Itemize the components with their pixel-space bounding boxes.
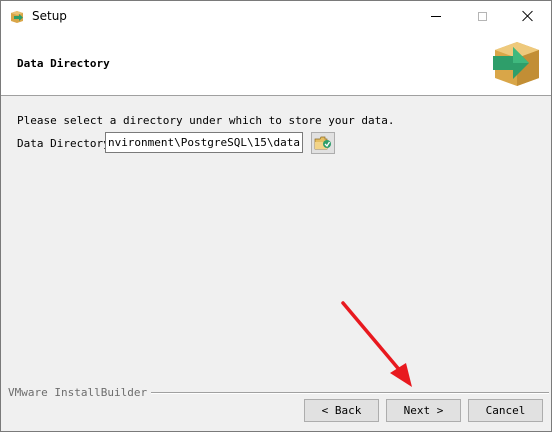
maximize-icon <box>477 11 487 21</box>
next-button[interactable]: Next > <box>386 399 461 422</box>
annotation-arrow-icon <box>341 301 412 387</box>
title-bar: Setup <box>1 1 551 31</box>
instruction-text: Please select a directory under which to… <box>17 114 395 127</box>
close-button[interactable] <box>505 1 551 31</box>
cancel-button[interactable]: Cancel <box>468 399 543 422</box>
box-arrow-icon <box>493 42 539 86</box>
back-button[interactable]: < Back <box>304 399 379 422</box>
setup-window: Setup Data Directory Please select a dir… <box>0 0 552 432</box>
folder-browse-icon <box>314 136 331 150</box>
minimize-button[interactable] <box>413 1 459 31</box>
installbuilder-brand: VMware InstallBuilder <box>8 386 152 399</box>
window-title: Setup <box>32 9 67 23</box>
minimize-icon <box>431 15 441 17</box>
maximize-button[interactable] <box>459 1 505 31</box>
data-directory-input[interactable] <box>105 132 303 153</box>
installer-box-icon <box>11 11 23 23</box>
page-header: Data Directory <box>1 31 551 96</box>
browse-button[interactable] <box>311 132 335 154</box>
page-title: Data Directory <box>17 57 110 70</box>
data-directory-label: Data Directory <box>17 137 110 150</box>
close-icon <box>522 10 534 22</box>
